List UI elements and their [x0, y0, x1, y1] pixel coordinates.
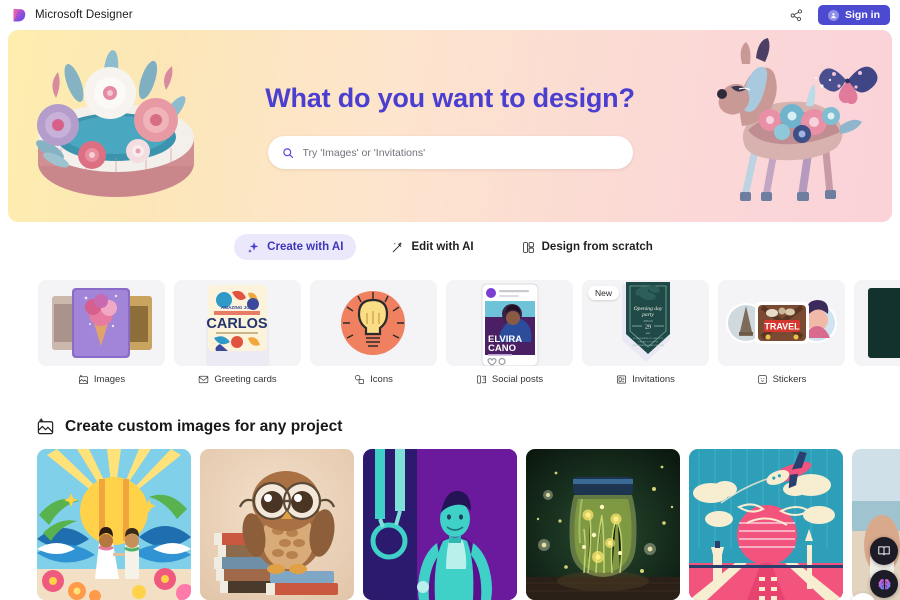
category-thumbnail[interactable]: [854, 280, 900, 366]
category-thumbnail[interactable]: ELVIRA CANO: [446, 280, 573, 366]
gallery-item[interactable]: [526, 449, 680, 600]
share-icon[interactable]: [786, 5, 806, 25]
sign-in-button[interactable]: Sign in: [818, 5, 890, 25]
svg-text:AMAZING JOB: AMAZING JOB: [221, 305, 254, 310]
search-icon: [282, 147, 294, 159]
brain-icon: [878, 578, 890, 589]
firefly-mason-jar-photo: [526, 449, 680, 600]
floating-action-buttons: [870, 537, 898, 598]
designer-home-page: Microsoft Designer Sign in What do you w…: [0, 0, 900, 600]
svg-text:party: party: [641, 312, 654, 318]
sparkles-icon: [247, 241, 260, 254]
category-item-stickers[interactable]: TRAVEL Stickers: [718, 280, 845, 385]
elvira-cano-social-post-thumb: ELVIRA CANO: [446, 280, 573, 366]
svg-text:WWW.REALLYGREATSITE.COM: WWW.REALLYGREATSITE.COM: [632, 344, 663, 347]
category-item-social-posts[interactable]: ELVIRA CANO Social posts: [446, 280, 573, 385]
action-label: Create with AI: [267, 241, 344, 253]
category-label: Invitations: [632, 374, 675, 385]
category-label-row: Greeting cards: [174, 374, 301, 385]
svg-text:TRAVEL: TRAVEL: [764, 322, 800, 332]
svg-text:123 ANYWHERE ST., ANY CITY: 123 ANYWHERE ST., ANY CITY: [633, 337, 664, 340]
category-label: Stickers: [772, 374, 807, 385]
gallery-item[interactable]: [363, 449, 517, 600]
canvas-layout-icon: [522, 241, 535, 254]
category-thumbnail[interactable]: [310, 280, 437, 366]
user-avatar-icon: [828, 9, 839, 21]
gallery-row: [0, 449, 900, 600]
hero-banner: What do you want to design?: [8, 30, 892, 222]
category-thumbnail[interactable]: [38, 280, 165, 366]
gallery-item[interactable]: [200, 449, 354, 600]
category-label: Greeting cards: [214, 374, 277, 385]
image-gallery-carousel: [0, 449, 900, 600]
category-item-greeting-cards[interactable]: AMAZING JOB CARLOS Greeting cards: [174, 280, 301, 385]
page-title: What do you want to design?: [265, 83, 635, 113]
travel-stickers-thumb: TRAVEL: [718, 280, 845, 366]
search-bar[interactable]: [267, 136, 633, 169]
category-thumbnail[interactable]: TRAVEL: [718, 280, 845, 366]
help-guide-fab[interactable]: [870, 537, 898, 565]
category-label: Icons: [370, 374, 393, 385]
edit-with-ai-button[interactable]: Edit with AI: [378, 234, 486, 260]
category-carousel: Images AMAZING JOB CARLOS Greeting cards…: [0, 280, 900, 600]
invitation-card-icon: [616, 374, 627, 385]
category-item-partial[interactable]: [854, 280, 900, 385]
svg-text:CARLOS: CARLOS: [206, 316, 268, 332]
category-row: Images AMAZING JOB CARLOS Greeting cards…: [0, 280, 900, 385]
svg-text:29: 29: [645, 325, 651, 331]
svg-text:MAY: MAY: [646, 332, 651, 335]
tropical-beach-wedding-paper-art: [37, 449, 191, 600]
category-thumbnail[interactable]: New Opening day party JOIN US 29 MAY 123…: [582, 280, 709, 366]
create-with-ai-button[interactable]: Create with AI: [234, 234, 357, 260]
svg-text:JOIN US: JOIN US: [643, 320, 653, 323]
ice-cream-ai-images-thumb: [38, 280, 165, 366]
category-item-images[interactable]: Images: [38, 280, 165, 385]
image-sparkle-icon: [78, 374, 89, 385]
ai-assistant-fab[interactable]: [870, 570, 898, 598]
gymnast-rings-vector-illustration: [363, 449, 517, 600]
book-icon: [878, 546, 890, 556]
magic-wand-icon: [391, 241, 404, 254]
search-input[interactable]: [302, 146, 619, 159]
sticker-smiley-icon: [757, 374, 768, 385]
action-label: Edit with AI: [411, 241, 474, 253]
category-label-row: Images: [38, 374, 165, 385]
svg-text:CANO: CANO: [488, 343, 516, 354]
app-name: Microsoft Designer: [35, 9, 133, 21]
lightbulb-icon-thumb: [310, 280, 437, 366]
category-label: Images: [93, 374, 126, 385]
envelope-icon: [198, 374, 209, 385]
new-badge: New: [588, 286, 620, 300]
gallery-item[interactable]: [689, 449, 843, 600]
paper-craft-deer-butterfly-image: [717, 38, 878, 201]
top-bar-right: Sign in: [786, 5, 890, 25]
category-item-icons[interactable]: Icons: [310, 280, 437, 385]
carlos-amazing-job-card-thumb: AMAZING JOB CARLOS: [174, 280, 301, 366]
action-label: Design from scratch: [541, 241, 653, 253]
category-label-row: Invitations: [582, 374, 709, 385]
section-title: Create custom images for any project: [65, 417, 343, 435]
retro-airplane-sunset-airport-illustration: [689, 449, 843, 600]
brand[interactable]: Microsoft Designer: [10, 7, 133, 24]
image-sparkle-icon: [36, 417, 55, 436]
category-label-row: Stickers: [718, 374, 845, 385]
category-label-row: Icons: [310, 374, 437, 385]
category-thumbnail[interactable]: AMAZING JOB CARLOS: [174, 280, 301, 366]
owl-on-books-3d-render: [200, 449, 354, 600]
partial-card-thumb: [854, 280, 900, 366]
gallery-item[interactable]: [37, 449, 191, 600]
design-from-scratch-button[interactable]: Design from scratch: [509, 234, 666, 260]
action-row: Create with AI Edit with AI Design from …: [0, 234, 900, 260]
designer-logo-icon: [13, 8, 26, 22]
svg-text:5:00 PM TO 9:00 PM: 5:00 PM TO 9:00 PM: [638, 342, 658, 344]
top-bar: Microsoft Designer Sign in: [0, 0, 900, 30]
category-item-invitations[interactable]: New Opening day party JOIN US 29 MAY 123…: [582, 280, 709, 385]
category-label-row: Social posts: [446, 374, 573, 385]
category-label: Social posts: [491, 374, 544, 385]
section-heading: Create custom images for any project: [36, 417, 342, 436]
icons-shapes-icon: [354, 374, 365, 385]
sign-in-label: Sign in: [845, 9, 880, 21]
social-post-icon: [476, 374, 487, 385]
